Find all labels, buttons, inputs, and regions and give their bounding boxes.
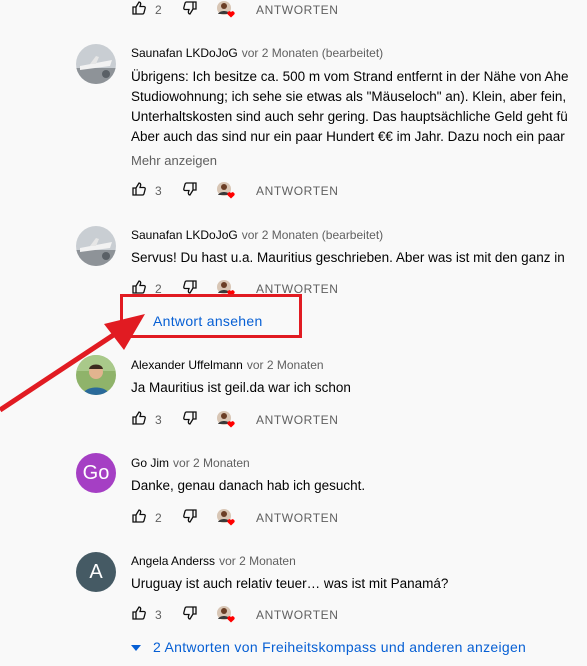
comment-actions: 3 ANTWORTEN <box>131 181 339 201</box>
comment-author[interactable]: Saunafan LKDoJoG vor 2 Monaten (bearbeite… <box>131 228 383 242</box>
like-count: 2 <box>155 511 162 525</box>
thumbs-up-icon[interactable] <box>131 605 147 626</box>
comment-line: Aber auch das sind nur ein paar Hundert … <box>131 129 565 144</box>
show-more-link[interactable]: Mehr anzeigen <box>131 153 217 168</box>
avatar[interactable] <box>76 226 116 266</box>
thumbs-down-icon[interactable] <box>182 508 198 529</box>
comment-text: Uruguay ist auch relativ teuer… was ist … <box>131 574 448 594</box>
comment-line: Uruguay ist auch relativ teuer… was ist … <box>131 576 449 591</box>
creator-heart-icon <box>216 181 238 201</box>
reply-button[interactable]: ANTWORTEN <box>256 608 339 622</box>
comment-author[interactable]: Angela Anderss vor 2 Monaten <box>131 554 296 568</box>
comment-actions: 3 ANTWORTEN <box>131 410 339 430</box>
creator-heart-icon <box>216 605 238 625</box>
thumbs-down-icon[interactable] <box>182 605 198 626</box>
comment-actions: 3 ANTWORTEN <box>131 605 339 625</box>
creator-heart-icon <box>216 410 238 430</box>
comment-actions: 2 ANTWORTEN <box>131 0 339 20</box>
thumbs-up-icon[interactable] <box>131 508 147 529</box>
comment-line: Übrigens: Ich besitze ca. 500 m vom Stra… <box>131 69 569 84</box>
like-count: 2 <box>155 3 162 17</box>
comment-timestamp[interactable]: vor 2 Monaten (bearbeitet) <box>242 228 383 242</box>
comment-text: Danke, genau danach hab ich gesucht. <box>131 476 365 496</box>
avatar[interactable]: A <box>76 552 116 592</box>
comment-text: Servus! Du hast u.a. Mauritius geschrieb… <box>131 248 565 268</box>
reply-button[interactable]: ANTWORTEN <box>256 3 339 17</box>
comment-line: Ja Mauritius ist geil.da war ich schon <box>131 380 351 395</box>
comment-author[interactable]: Alexander Uffelmann vor 2 Monaten <box>131 358 324 372</box>
thumbs-down-icon[interactable] <box>182 0 198 21</box>
avatar[interactable]: Go <box>76 453 116 493</box>
thumbs-down-icon[interactable] <box>182 410 198 431</box>
author-name[interactable]: Go Jim <box>131 456 169 470</box>
comment-text: Ja Mauritius ist geil.da war ich schon <box>131 378 351 398</box>
creator-heart-icon <box>216 0 238 20</box>
like-count: 3 <box>155 413 162 427</box>
like-count: 3 <box>155 608 162 622</box>
comment-timestamp[interactable]: vor 2 Monaten (bearbeitet) <box>242 46 383 60</box>
comment-author[interactable]: Saunafan LKDoJoG vor 2 Monaten (bearbeite… <box>131 46 383 60</box>
reply-button[interactable]: ANTWORTEN <box>256 184 339 198</box>
comment-line: Servus! Du hast u.a. Mauritius geschrieb… <box>131 250 565 265</box>
thumbs-up-icon[interactable] <box>131 0 147 21</box>
like-count: 3 <box>155 184 162 198</box>
comment-line: Unterhaltskosten sind auch sehr gering. … <box>131 109 568 124</box>
comment-timestamp[interactable]: vor 2 Monaten <box>173 456 250 470</box>
thumbs-up-icon[interactable] <box>131 410 147 431</box>
thumbs-up-icon[interactable] <box>131 181 147 202</box>
author-name[interactable]: Saunafan LKDoJoG <box>131 228 238 242</box>
creator-heart-icon <box>216 508 238 528</box>
comment-timestamp[interactable]: vor 2 Monaten <box>219 554 296 568</box>
avatar[interactable] <box>76 44 116 84</box>
caret-down-icon <box>131 638 141 656</box>
view-replies-label: 2 Antworten von Freiheitskompass und and… <box>153 639 527 655</box>
comment-actions: 2 ANTWORTEN <box>131 508 339 528</box>
comment-author[interactable]: Go Jim vor 2 Monaten <box>131 456 250 470</box>
author-name[interactable]: Angela Anderss <box>131 554 215 568</box>
comment-timestamp[interactable]: vor 2 Monaten <box>247 358 324 372</box>
reply-button[interactable]: ANTWORTEN <box>256 511 339 525</box>
comment-line: Studiowohnung; ich sehe sie etwas als "M… <box>131 89 567 104</box>
thumbs-down-icon[interactable] <box>182 181 198 202</box>
reply-button[interactable]: ANTWORTEN <box>256 413 339 427</box>
author-name[interactable]: Saunafan LKDoJoG <box>131 46 238 60</box>
author-name[interactable]: Alexander Uffelmann <box>131 358 243 372</box>
avatar[interactable] <box>76 355 116 395</box>
comment-text: Übrigens: Ich besitze ca. 500 m vom Stra… <box>131 67 569 147</box>
comment-line: Danke, genau danach hab ich gesucht. <box>131 478 366 493</box>
view-replies-button[interactable]: 2 Antworten von Freiheitskompass und and… <box>131 638 526 656</box>
